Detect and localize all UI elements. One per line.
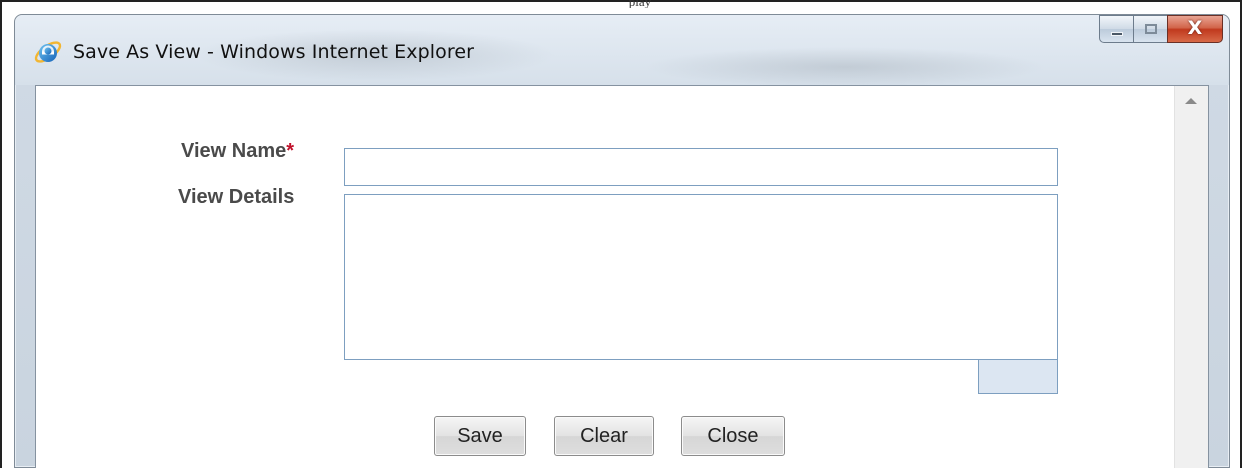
- maximize-button[interactable]: [1133, 15, 1167, 43]
- ie-window: Save As View - Windows Internet Explorer…: [14, 14, 1230, 468]
- close-icon: X: [1187, 17, 1203, 39]
- view-name-label-text: View Name: [181, 140, 287, 162]
- close-window-button[interactable]: X: [1167, 15, 1223, 43]
- dialog-content: View Name* View Details Save Clear Close: [35, 85, 1209, 468]
- minimize-icon: [1111, 32, 1123, 36]
- character-counter-box: [978, 360, 1058, 394]
- window-title: Save As View - Windows Internet Explorer: [73, 41, 475, 63]
- window-controls: X: [1099, 15, 1223, 47]
- view-details-label: View Details: [178, 186, 295, 208]
- scroll-up-arrow-icon[interactable]: [1185, 98, 1197, 104]
- page-top-text: play: [628, 0, 652, 8]
- required-asterisk: *: [286, 140, 295, 162]
- view-name-label: View Name*: [181, 140, 294, 163]
- close-button[interactable]: Close: [681, 416, 785, 456]
- save-button[interactable]: Save: [434, 416, 526, 456]
- internet-explorer-icon: [34, 41, 62, 63]
- minimize-button[interactable]: [1099, 15, 1133, 43]
- maximize-icon: [1145, 24, 1157, 34]
- clear-button[interactable]: Clear: [554, 416, 654, 456]
- view-details-textarea[interactable]: [344, 194, 1058, 360]
- title-bar[interactable]: Save As View - Windows Internet Explorer…: [15, 15, 1229, 85]
- vertical-scrollbar[interactable]: [1174, 86, 1208, 468]
- view-name-input[interactable]: [344, 148, 1058, 186]
